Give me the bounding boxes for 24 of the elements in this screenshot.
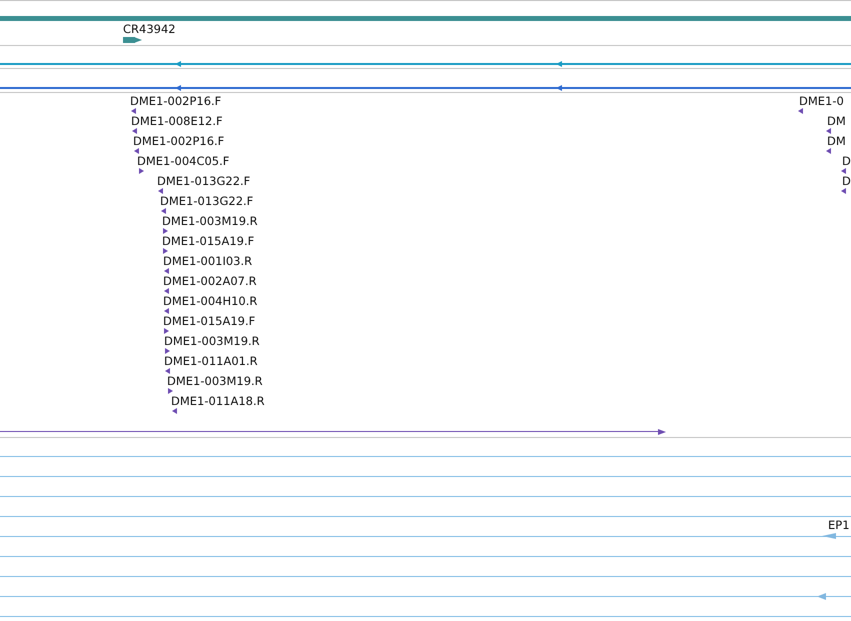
feature-label: DM <box>827 114 846 128</box>
feature-label: DME1-015A19.F <box>163 314 256 328</box>
feature-label: DME1-011A01.R <box>164 354 258 368</box>
feature-label: D <box>842 174 851 188</box>
gene-feature-bar <box>123 37 135 43</box>
feature-label: DME1-004C05.F <box>137 154 230 168</box>
feature-label: DME1-002A07.R <box>163 274 257 288</box>
feature-label: DME1-013G22.F <box>160 194 254 208</box>
feature-label: DME1-001I03.R <box>163 254 252 268</box>
feature-label: DME1-002P16.F <box>133 134 224 148</box>
feature-label: EP1 <box>828 518 850 532</box>
feature-label: CR43942 <box>123 22 176 36</box>
feature-label: DME1-003M19.R <box>167 374 263 388</box>
feature-label: D <box>842 154 851 168</box>
feature-label: DME1-003M19.R <box>162 214 258 228</box>
feature-label: DME1-002P16.F <box>130 94 222 108</box>
feature-label: DME1-013G22.F <box>157 174 250 188</box>
feature-label: DME1-011A18.R <box>171 394 265 408</box>
feature-label: DME1-008E12.F <box>131 114 223 128</box>
feature-label: DM <box>827 134 846 148</box>
feature-label: DME1-0 <box>799 94 844 108</box>
feature-label: DME1-004H10.R <box>163 294 258 308</box>
feature-label: DME1-003M19.R <box>164 334 260 348</box>
feature-label: DME1-015A19.F <box>162 234 254 248</box>
